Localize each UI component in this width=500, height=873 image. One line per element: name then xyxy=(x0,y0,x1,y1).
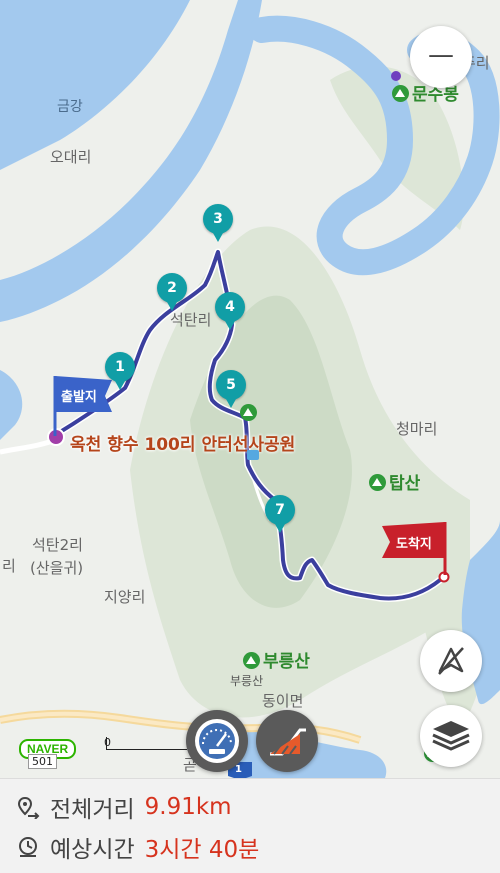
speedometer-button[interactable] xyxy=(186,710,248,772)
elevation-button[interactable] xyxy=(256,710,318,772)
park-icon xyxy=(240,404,260,423)
distance-row: 전체거리 9.91km xyxy=(16,789,232,825)
distance-value: 9.91km xyxy=(144,794,232,820)
label-odaeri: 오대리 xyxy=(50,148,92,166)
label-ri-left: 리 xyxy=(2,557,16,575)
poi-park-name[interactable]: 옥천 향수 100리 안터선사공원 xyxy=(70,430,295,455)
time-value: 3시간 40분 xyxy=(144,837,260,863)
end-flag-label: 도착지 xyxy=(396,537,432,552)
speedometer-icon xyxy=(195,719,239,763)
mountain-icon xyxy=(392,85,409,102)
mountain-icon xyxy=(369,474,386,491)
route-summary-panel: 전체거리 9.91km 예상시간 3시간 40분 xyxy=(0,778,500,873)
label-jiyangri: 지양리 xyxy=(104,588,146,606)
minus-icon: — xyxy=(428,40,454,70)
waypoint-marker[interactable]: 3 xyxy=(203,204,233,242)
start-flag-label: 출발지 xyxy=(61,390,97,405)
parking-icon xyxy=(247,450,259,460)
peak-tapsan: 탑산 xyxy=(369,469,420,494)
waypoint-marker[interactable]: 2 xyxy=(157,273,187,311)
mountain-icon xyxy=(243,652,260,669)
waypoint-marker[interactable]: 1 xyxy=(105,352,135,390)
highway-shield: 1 xyxy=(235,764,242,775)
layers-icon xyxy=(432,721,470,751)
road-number-badge: 501 xyxy=(28,754,57,769)
label-seoktanri: 석탄리 xyxy=(170,311,212,329)
zoom-out-button[interactable]: — xyxy=(410,26,472,88)
elevation-icon xyxy=(270,728,306,756)
distance-label: 전체거리 xyxy=(50,797,135,823)
label-saneulgwi: (산을귀) xyxy=(30,559,84,577)
peak-bureungsan: 부릉산 xyxy=(243,647,310,672)
peak-bureungsan-sub: 부릉산 xyxy=(230,674,264,688)
label-seoktan2ri: 석탄2리 xyxy=(32,536,83,554)
map-canvas[interactable]: 금강 오대리 석탄리 석탄2리 (산을귀) 리 지양리 청마리 동이면 주리 곧… xyxy=(0,0,500,778)
waypoint-marker[interactable]: 4 xyxy=(215,292,245,330)
time-label: 예상시간 xyxy=(50,837,135,863)
waypoint-marker[interactable]: 7 xyxy=(265,495,295,533)
location-button[interactable] xyxy=(420,630,482,692)
layers-button[interactable] xyxy=(420,705,482,767)
label-cheongmari: 청마리 xyxy=(396,420,438,438)
scale-bar-label: 0 xyxy=(104,736,111,749)
time-row: 예상시간 3시간 40분 xyxy=(16,829,259,865)
route-distance-icon xyxy=(17,796,40,819)
scale-bar xyxy=(106,737,187,750)
label-geumgang: 금강 xyxy=(57,99,83,115)
clock-icon xyxy=(19,837,37,857)
waypoint-marker[interactable]: 5 xyxy=(216,370,246,408)
mountain-icon xyxy=(240,404,257,421)
label-dongimyeon: 동이면 xyxy=(262,692,304,710)
location-off-icon xyxy=(438,647,464,675)
